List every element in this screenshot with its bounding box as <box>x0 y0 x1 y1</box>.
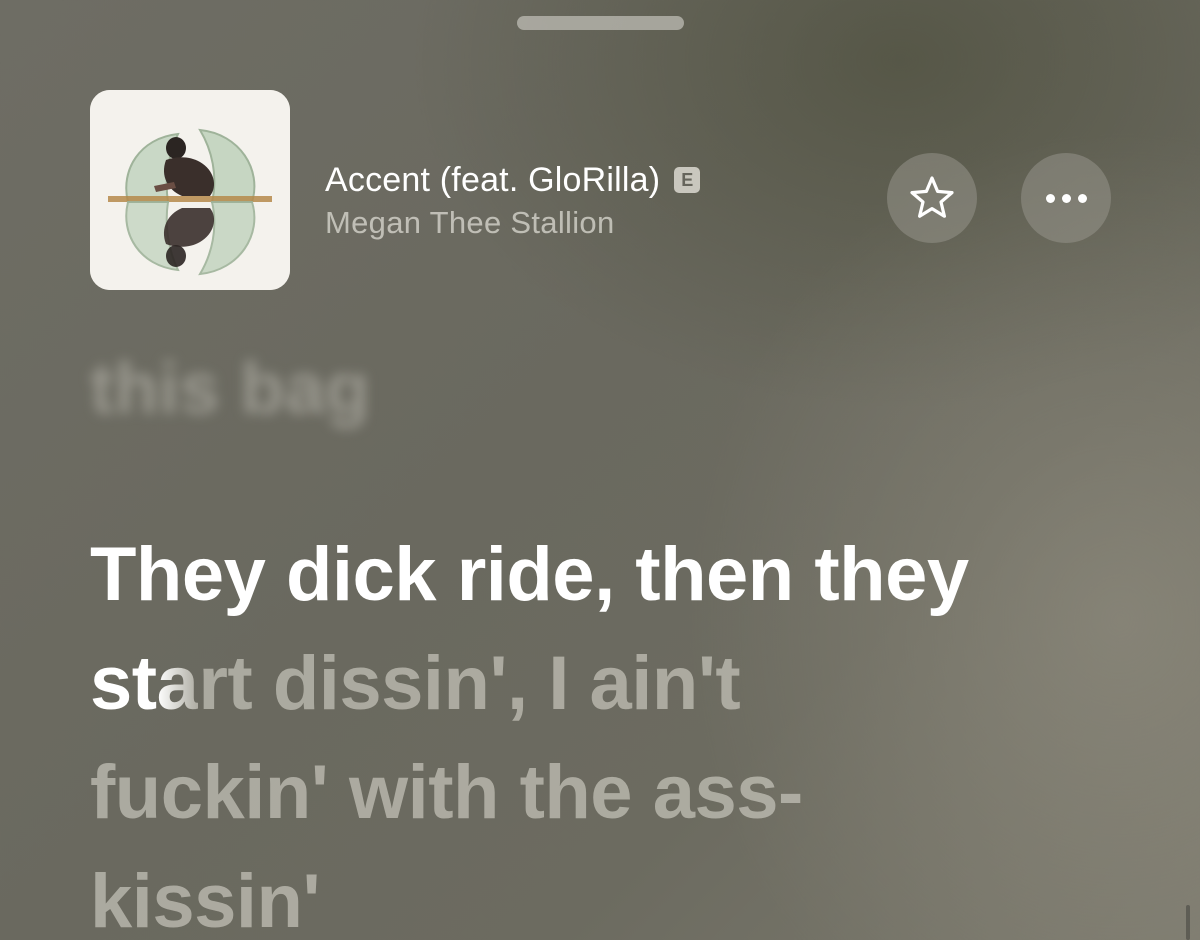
song-title: Accent (feat. GloRilla) <box>325 160 661 199</box>
track-info[interactable]: Accent (feat. GloRilla) E Megan Thee Sta… <box>325 158 845 241</box>
lyric-transition-portion: a <box>156 641 199 726</box>
album-artwork-image <box>90 90 290 290</box>
more-options-button[interactable] <box>1021 153 1111 243</box>
previous-lyric-line[interactable]: this bag <box>90 348 370 430</box>
scroll-indicator[interactable] <box>1186 905 1190 940</box>
title-row: Accent (feat. GloRilla) E <box>325 158 845 202</box>
sheet-grabber-handle[interactable] <box>517 16 684 30</box>
favorite-button[interactable] <box>887 153 977 243</box>
album-artwork[interactable] <box>90 90 290 290</box>
artist-name[interactable]: Megan Thee Stallion <box>325 205 845 241</box>
ellipsis-icon <box>1045 193 1087 203</box>
star-outline-icon <box>910 176 954 218</box>
current-lyric-line[interactable]: They dick ride, then they start dissin',… <box>90 520 990 940</box>
now-playing-header: Accent (feat. GloRilla) E Megan Thee Sta… <box>90 90 1111 290</box>
explicit-badge: E <box>674 167 701 193</box>
